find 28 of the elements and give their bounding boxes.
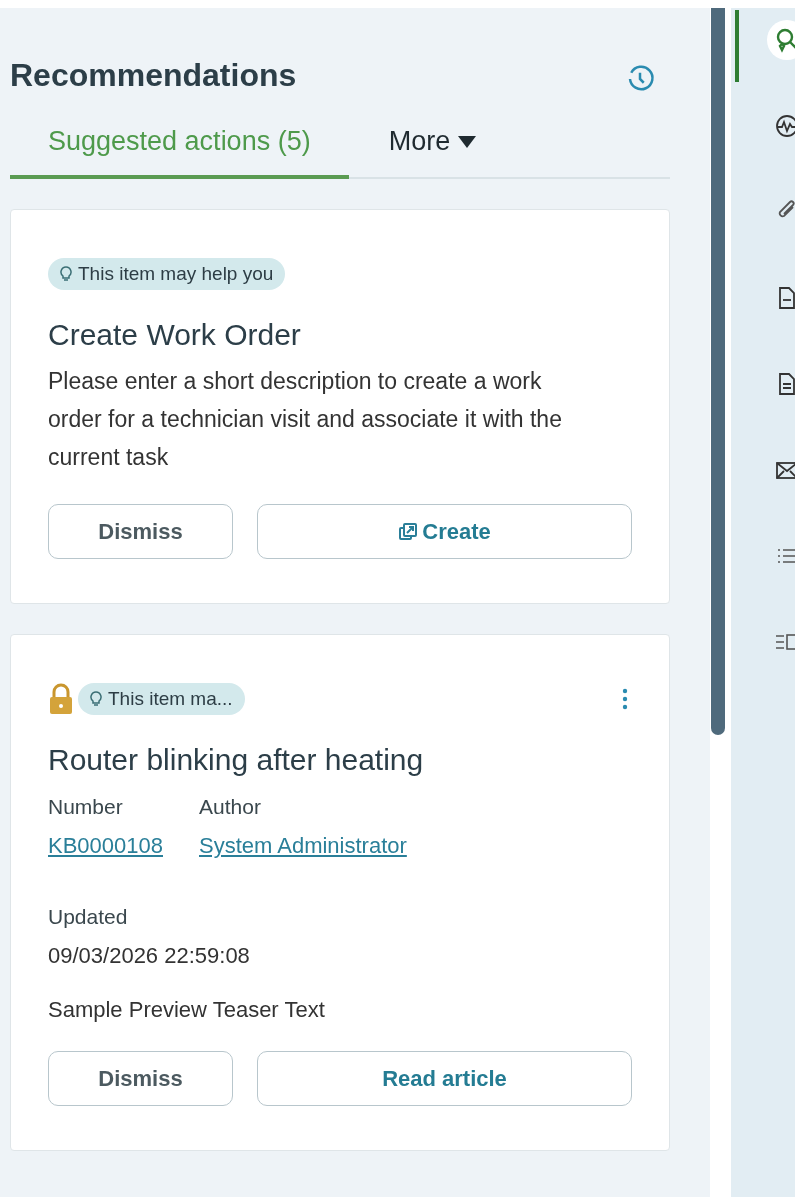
more-dropdown[interactable]: More <box>348 114 515 179</box>
caret-icon <box>458 135 477 148</box>
tab[interactable]: Suggested actions (5) <box>10 114 349 179</box>
dismiss-button[interactable]: Dismiss <box>48 504 233 559</box>
open-in-new-icon <box>398 521 419 542</box>
read-article-button[interactable]: Read article <box>257 1051 632 1106</box>
card-title: Router blinking after heating <box>48 743 425 777</box>
field-label: Number <box>48 795 124 819</box>
panel-title: Recommendations <box>10 56 297 94</box>
badge-text: This item may help you <box>78 263 274 285</box>
field-link[interactable]: KB0000108 <box>48 833 163 859</box>
search-sparkle-icon <box>774 27 795 53</box>
dismiss-button[interactable]: Dismiss <box>48 1051 233 1106</box>
card-title: Create Work Order <box>48 318 302 352</box>
teaser-text: Sample Preview Teaser Text <box>48 997 326 1023</box>
lightbulb-icon <box>60 266 72 282</box>
scrollbar[interactable] <box>711 8 725 735</box>
card-description: Please enter a short description to create a work order for a technician visit and associate it with the current task <box>48 367 563 472</box>
create-button[interactable]: Create <box>257 504 632 559</box>
field-label: Updated <box>48 905 129 929</box>
lightbulb-icon <box>90 691 102 707</box>
rail-button[interactable] <box>767 20 795 60</box>
more-options-icon[interactable] <box>622 688 628 710</box>
badge-text: This item ma... <box>108 688 233 710</box>
field-label: Author <box>199 795 262 819</box>
updated-date: 09/03/2026 22:59:08 <box>48 943 251 969</box>
field-link[interactable]: System Administrator <box>199 833 407 859</box>
pulse-icon <box>774 113 795 139</box>
